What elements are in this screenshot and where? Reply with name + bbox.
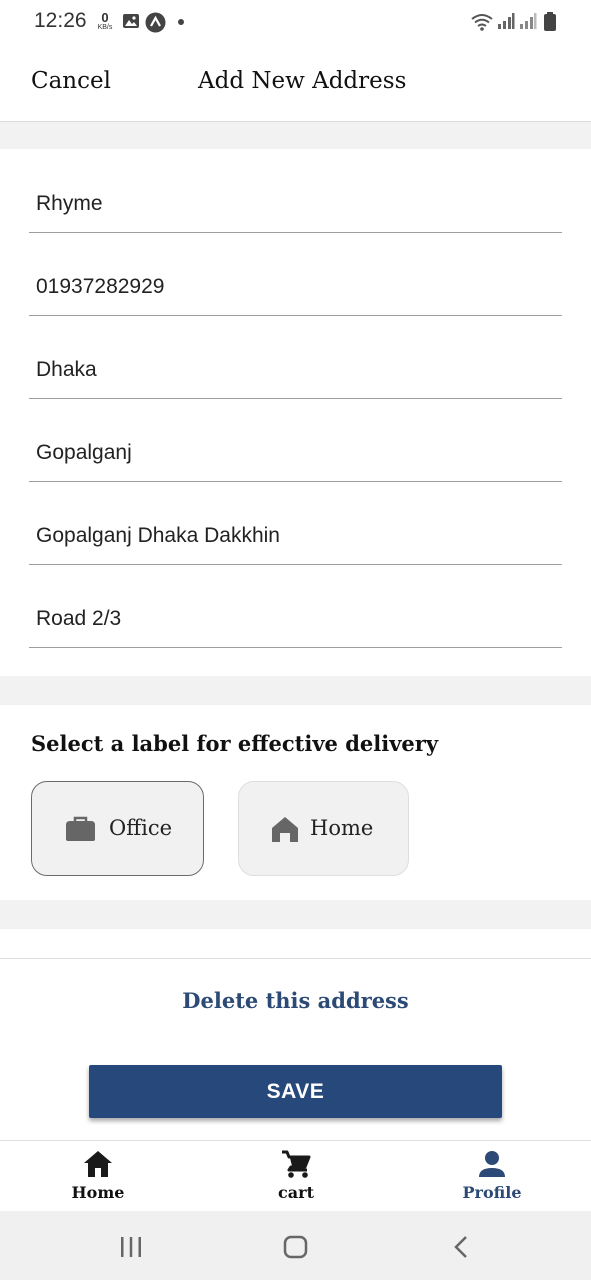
nav-label-profile: Profile: [462, 1183, 522, 1202]
status-bar: 12:26 0 KB/s: [0, 0, 591, 46]
save-button[interactable]: SAVE: [89, 1065, 502, 1118]
home-label-option[interactable]: Home: [238, 781, 409, 876]
address-field[interactable]: [29, 565, 562, 648]
person-icon: [479, 1151, 505, 1177]
area-field[interactable]: [29, 482, 562, 565]
gallery-icon: [123, 14, 139, 28]
district-input[interactable]: [36, 441, 536, 465]
section-spacer: [0, 900, 591, 929]
section-spacer: [0, 676, 591, 705]
phone-field[interactable]: [29, 233, 562, 316]
nav-item-cart[interactable]: cart: [236, 1149, 356, 1202]
name-input[interactable]: [36, 192, 536, 216]
office-label-option[interactable]: Office: [31, 781, 204, 876]
signal-icon: [498, 13, 515, 29]
app-notification-icon: [145, 12, 166, 33]
home-icon: [84, 1151, 112, 1177]
system-navigation-bar: [0, 1211, 591, 1280]
home-label-text: Home: [310, 816, 374, 840]
back-icon[interactable]: [452, 1235, 470, 1259]
nav-label-cart: cart: [278, 1183, 314, 1202]
area-input[interactable]: [36, 524, 536, 548]
phone-input[interactable]: [36, 275, 536, 299]
cart-icon: [282, 1150, 311, 1178]
district-field[interactable]: [29, 399, 562, 482]
divider: [0, 958, 591, 959]
nav-label-home: Home: [71, 1183, 125, 1202]
page-title: Add New Address: [198, 68, 407, 94]
cancel-button[interactable]: Cancel: [31, 68, 111, 94]
battery-icon: [544, 12, 556, 31]
network-speed-unit: KB/s: [97, 24, 113, 31]
wifi-icon: [471, 14, 493, 31]
nav-item-home[interactable]: Home: [38, 1149, 158, 1202]
section-spacer: [0, 122, 591, 149]
label-section-heading: Select a label for effective delivery: [31, 731, 439, 756]
bottom-navigation: Home cart Profile: [0, 1140, 591, 1212]
division-field[interactable]: [29, 316, 562, 399]
signal-icon-2: [520, 13, 537, 29]
briefcase-icon: [66, 816, 95, 841]
address-input[interactable]: [36, 607, 536, 631]
recent-apps-icon[interactable]: [118, 1236, 144, 1258]
delete-address-link[interactable]: Delete this address: [0, 988, 591, 1013]
home-button-icon[interactable]: [283, 1235, 309, 1259]
network-speed: 0 KB/s: [93, 10, 117, 32]
nav-item-profile[interactable]: Profile: [432, 1149, 552, 1202]
home-icon: [272, 817, 298, 842]
status-time: 12:26: [34, 9, 87, 32]
office-label-text: Office: [109, 816, 173, 840]
name-field[interactable]: [29, 150, 562, 233]
dot-icon: [178, 19, 184, 25]
division-input[interactable]: [36, 358, 536, 382]
app-bar: Cancel Add New Address: [0, 46, 591, 122]
network-speed-value: 0: [101, 10, 109, 25]
